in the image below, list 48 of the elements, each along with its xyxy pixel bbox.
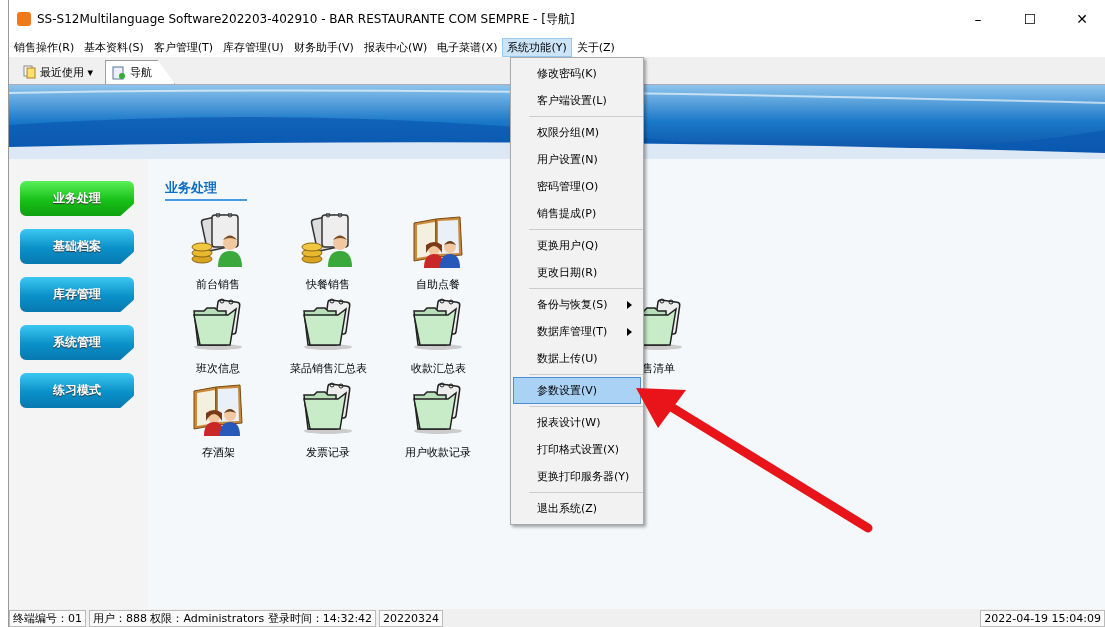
function-shortcut[interactable]: 用户收款记录 <box>383 377 493 461</box>
menu-item[interactable]: 更改日期(R) <box>513 259 641 286</box>
window-control[interactable]: ☐ <box>1007 3 1053 35</box>
menu-item[interactable]: 电子菜谱(X) <box>432 38 503 57</box>
menu-item[interactable]: 备份与恢复(S) <box>513 291 641 318</box>
menu-item[interactable]: 销售提成(P) <box>513 200 641 227</box>
window-control[interactable]: ✕ <box>1059 3 1105 35</box>
tab[interactable]: 导航 <box>105 60 176 84</box>
menu-item[interactable]: 关于(Z) <box>571 38 620 57</box>
menu-item[interactable]: 打印格式设置(X) <box>513 436 641 463</box>
menu-item[interactable]: 参数设置(V) <box>513 377 641 404</box>
menu-item[interactable]: 报表设计(W) <box>513 409 641 436</box>
menu-item[interactable]: 系统功能(Y) <box>502 38 572 57</box>
menu-item[interactable]: 客户端设置(L) <box>513 87 641 114</box>
status-field: 用户：888 权限：Administrators 登录时间：14:32:42 <box>89 609 377 627</box>
menu-item[interactable]: 报表中心(W) <box>358 38 433 57</box>
menu-item[interactable]: 退出系统(Z) <box>513 495 641 522</box>
menu-item[interactable]: 库存管理(U) <box>218 38 289 57</box>
menu-item[interactable]: 用户设置(N) <box>513 146 641 173</box>
menu-item[interactable]: 密码管理(O) <box>513 173 641 200</box>
menu-item[interactable]: 更换打印服务器(Y) <box>513 463 641 490</box>
menu-item[interactable]: 客户管理(T) <box>148 38 219 57</box>
function-shortcut[interactable]: 发票记录 <box>273 377 383 461</box>
status-field: 20220324 <box>379 609 444 627</box>
page-icon <box>112 65 127 80</box>
recent-dropdown[interactable]: 最近使用 ▾ <box>17 60 100 84</box>
status-field: 2022-04-19 15:04:09 <box>980 609 1105 627</box>
menu-item[interactable]: 权限分组(M) <box>513 119 641 146</box>
status-field: 终端编号：01 <box>9 609 86 627</box>
function-shortcut[interactable]: 菜品销售汇总表 <box>273 293 383 377</box>
documents-icon <box>23 65 37 79</box>
function-shortcut[interactable]: 班次信息 <box>163 293 273 377</box>
window-title: SS-S12Multilanguage Software202203-402910 - BAR RESTAURANTE COM SEMPRE - [导航] <box>37 10 576 28</box>
menu-item[interactable]: 基本资料(S) <box>79 38 149 57</box>
function-shortcut[interactable]: 前台销售 <box>163 209 273 293</box>
menu-item[interactable]: 财务助手(V) <box>288 38 359 57</box>
menu-item[interactable]: 销售操作(R) <box>9 38 80 57</box>
menu-item[interactable]: 修改密码(K) <box>513 60 641 87</box>
menu-item[interactable]: 更换用户(Q) <box>513 232 641 259</box>
function-shortcut[interactable]: 存酒架 <box>163 377 273 461</box>
menu-item[interactable]: 数据上传(U) <box>513 345 641 372</box>
function-shortcut[interactable]: 快餐销售 <box>273 209 383 293</box>
function-shortcut[interactable]: 自助点餐 <box>383 209 493 293</box>
app-icon <box>17 12 31 26</box>
function-shortcut[interactable]: 收款汇总表 <box>383 293 493 377</box>
window-control[interactable]: – <box>955 3 1001 35</box>
menu-item[interactable]: 数据库管理(T) <box>513 318 641 345</box>
section-title: 业务处理 <box>165 179 247 201</box>
